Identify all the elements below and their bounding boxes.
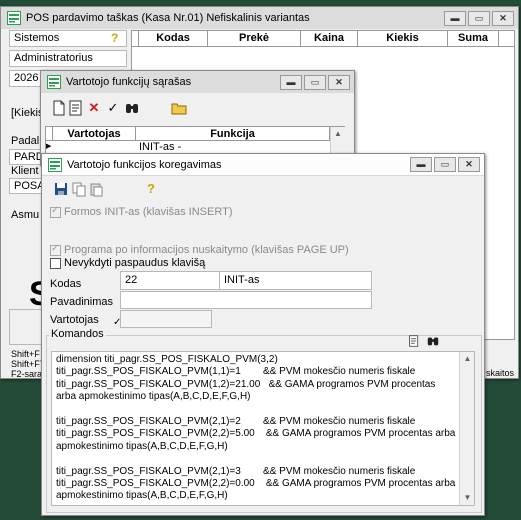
system-field[interactable]: Sistemos xyxy=(9,30,127,47)
pavadinimas-label: Pavadinimas xyxy=(50,296,113,308)
minimize-button[interactable]: ▬ xyxy=(280,74,302,90)
edit-doc-icon[interactable] xyxy=(408,334,420,348)
kodas-name-field[interactable]: INIT-as xyxy=(219,271,372,290)
edit-doc-icon[interactable] xyxy=(68,100,84,116)
new-doc-icon[interactable] xyxy=(51,100,67,116)
binoculars-icon[interactable] xyxy=(124,100,140,116)
paste-icon[interactable] xyxy=(88,181,104,197)
function-list-window: Vartotojo funkcijų sąrašas ▬ ▭ ✕ ✕ ✓ Var… xyxy=(40,70,355,166)
list-col-funkcija[interactable]: Funkcija xyxy=(135,126,330,141)
kodas-field[interactable]: 22 xyxy=(120,271,220,290)
scroll-up-arrow[interactable]: ▲ xyxy=(460,352,474,366)
maximize-button[interactable]: ▭ xyxy=(434,157,456,172)
row-function: INIT-as - xyxy=(139,141,182,153)
app-icon xyxy=(7,11,21,25)
department-label: Padal xyxy=(11,135,40,147)
commands-textarea[interactable]: dimension titi_pagr.SS_POS_FISKALO_PVM(3… xyxy=(51,351,475,506)
row-marker: ▶ xyxy=(46,143,52,150)
client-field[interactable]: POSA xyxy=(9,178,45,194)
keypress-checkbox[interactable] xyxy=(50,258,61,269)
right-status-text: skaitos xyxy=(486,368,515,378)
app-icon xyxy=(48,157,62,172)
col-filler xyxy=(498,30,515,47)
shortcut-text-3: F2-sara xyxy=(11,369,43,379)
copy-icon[interactable] xyxy=(71,181,87,197)
app-icon xyxy=(47,75,61,89)
user-field[interactable]: Administratorius xyxy=(9,50,127,67)
quantity-label: [Kiekis xyxy=(11,107,44,119)
col-kiekis[interactable]: Kiekis xyxy=(357,30,448,47)
function-edit-window: Vartotojo funkcijos koregavimas ▬ ▭ ✕ ? … xyxy=(41,153,485,516)
delete-icon[interactable]: ✕ xyxy=(86,100,102,116)
list-titlebar[interactable]: Vartotojo funkcijų sąrašas ▬ ▭ ✕ xyxy=(41,71,354,93)
vartotojas-field[interactable] xyxy=(120,310,212,328)
left-bottom-panel xyxy=(9,309,45,345)
minimize-button[interactable]: ▬ xyxy=(444,10,466,26)
pavadinimas-field[interactable] xyxy=(120,291,372,309)
scroll-up-arrow[interactable]: ▲ xyxy=(331,127,345,141)
insert-checkbox-label: Formos INIT-as (klavišas INSERT) xyxy=(64,206,233,218)
binoculars-icon[interactable] xyxy=(426,334,440,348)
edit-window-title: Vartotojo funkcijos koregavimas xyxy=(67,158,222,171)
help-icon[interactable]: ? xyxy=(111,31,118,45)
col-kaina[interactable]: Kaina xyxy=(300,30,358,47)
commands-text: dimension titi_pagr.SS_POS_FISKALO_PVM(3… xyxy=(56,354,456,502)
main-titlebar[interactable]: POS pardavimo taškas (Kasa Nr.01) Nefisk… xyxy=(1,7,518,29)
col-suma[interactable]: Suma xyxy=(447,30,499,47)
help-icon[interactable]: ? xyxy=(143,181,159,197)
list-col-vartotojas[interactable]: Vartotojas xyxy=(52,126,136,141)
list-window-title: Vartotojo funkcijų sąrašas xyxy=(66,76,192,88)
commands-scrollbar[interactable]: ▲ ▼ xyxy=(459,352,474,505)
minimize-button[interactable]: ▬ xyxy=(410,157,432,172)
confirm-icon[interactable]: ✓ xyxy=(105,100,121,116)
edit-titlebar[interactable]: Vartotojo funkcijos koregavimas ▬ ▭ ✕ xyxy=(42,154,484,176)
folder-icon[interactable] xyxy=(171,100,187,116)
close-button[interactable]: ✕ xyxy=(492,10,514,26)
client-label: Klient xyxy=(11,165,39,177)
maximize-button[interactable]: ▭ xyxy=(304,74,326,90)
main-window-title: POS pardavimo taškas (Kasa Nr.01) Nefisk… xyxy=(26,12,310,24)
close-button[interactable]: ✕ xyxy=(458,157,480,172)
kodas-label: Kodas xyxy=(50,278,82,290)
col-preke[interactable]: Prekė xyxy=(207,30,301,47)
scroll-down-arrow[interactable]: ▼ xyxy=(460,491,474,505)
shortcut-text-2: Shift+F7 xyxy=(11,359,45,369)
pageup-checkbox[interactable] xyxy=(50,243,61,256)
pageup-checkbox-label: Programa po informacijos nuskaitymo (kla… xyxy=(64,244,349,256)
col-kodas[interactable]: Kodas xyxy=(138,30,208,47)
close-button[interactable]: ✕ xyxy=(328,74,350,90)
save-icon[interactable] xyxy=(53,181,69,197)
vartotojas-label: Vartotojas xyxy=(50,314,99,326)
maximize-button[interactable]: ▭ xyxy=(468,10,490,26)
shortcut-text-1: Shift+F xyxy=(11,349,40,359)
commands-group-label: Komandos xyxy=(49,328,106,340)
keypress-checkbox-label: Nevykdyti paspaudus klavišą xyxy=(64,257,206,269)
person-label: Asmu xyxy=(11,209,40,221)
insert-checkbox[interactable] xyxy=(50,205,61,218)
